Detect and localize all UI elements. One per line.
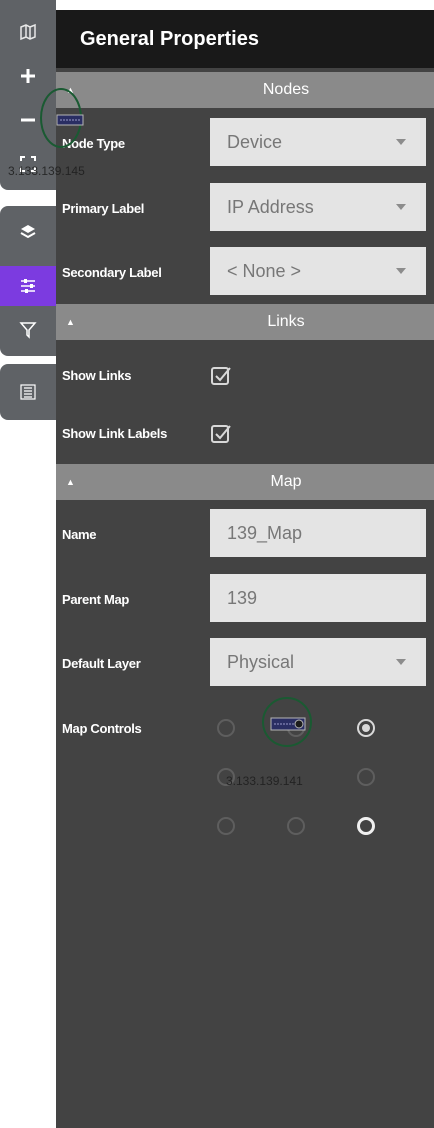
map-controls-radio-top-right[interactable] <box>357 719 375 737</box>
section-header-nodes[interactable]: ▲ Nodes <box>56 72 434 108</box>
chevron-down-icon <box>396 659 406 665</box>
map-controls-label: Map Controls <box>62 721 142 736</box>
layers-icon[interactable] <box>0 212 56 252</box>
default-layer-label: Default Layer <box>62 656 141 671</box>
show-link-labels-checkbox[interactable] <box>210 422 232 449</box>
parent-map-value: 139 <box>227 588 258 608</box>
node-type-dropdown[interactable]: Device <box>210 118 426 166</box>
list-toolbar-group <box>0 364 56 420</box>
zoom-in-icon[interactable] <box>0 56 56 96</box>
map-icon[interactable] <box>0 14 56 50</box>
secondary-label-dropdown[interactable]: < None > <box>210 247 426 295</box>
device-ip-label: 3.133.139.145 <box>8 164 85 178</box>
collapse-caret-icon[interactable]: ▲ <box>66 464 75 500</box>
filter-icon[interactable] <box>0 310 56 350</box>
map-controls-radio-middle-right[interactable] <box>357 768 375 786</box>
map-controls-radio-bottom-right[interactable] <box>357 817 375 835</box>
parent-map-label: Parent Map <box>62 592 130 607</box>
show-links-checkbox[interactable] <box>210 364 232 391</box>
parent-map-input[interactable]: 139 <box>210 574 426 622</box>
map-controls-radio-bottom-left[interactable] <box>217 817 235 835</box>
map-controls-radio-bottom-center[interactable] <box>287 817 305 835</box>
panel-title: General Properties <box>56 10 434 68</box>
default-layer-dropdown[interactable]: Physical <box>210 638 426 686</box>
primary-label-dropdown[interactable]: IP Address <box>210 183 426 231</box>
default-layer-value: Physical <box>227 652 295 672</box>
properties-panel <box>56 10 434 1128</box>
secondary-label-value: < None > <box>227 261 302 281</box>
section-header-map[interactable]: ▲ Map <box>56 464 434 500</box>
view-toolbar-group <box>0 206 56 356</box>
chevron-down-icon <box>396 139 406 145</box>
collapse-caret-icon[interactable]: ▲ <box>66 304 75 340</box>
primary-label-value: IP Address <box>227 197 314 217</box>
primary-label-label: Primary Label <box>62 201 145 216</box>
chevron-down-icon <box>396 204 406 210</box>
list-icon[interactable] <box>0 372 56 412</box>
secondary-label-label: Secondary Label <box>62 265 162 280</box>
device-node-icon <box>270 717 306 731</box>
chevron-down-icon <box>396 268 406 274</box>
section-title-map: Map <box>270 473 302 490</box>
section-title-links: Links <box>267 313 305 330</box>
section-title-nodes: Nodes <box>262 81 310 98</box>
node-type-value: Device <box>227 132 283 152</box>
device-node-icon <box>56 114 84 126</box>
section-header-links[interactable]: ▲ Links <box>56 304 434 340</box>
map-name-input[interactable]: 139_Map <box>210 509 426 557</box>
device-ip-label: 3.133.139.141 <box>226 774 303 788</box>
show-link-labels-label: Show Link Labels <box>62 426 167 441</box>
map-controls-radio-top-left[interactable] <box>217 719 235 737</box>
map-name-value: 139_Map <box>227 523 303 543</box>
show-links-label: Show Links <box>62 368 132 383</box>
map-name-label: Name <box>62 527 97 542</box>
properties-icon[interactable] <box>0 266 56 306</box>
